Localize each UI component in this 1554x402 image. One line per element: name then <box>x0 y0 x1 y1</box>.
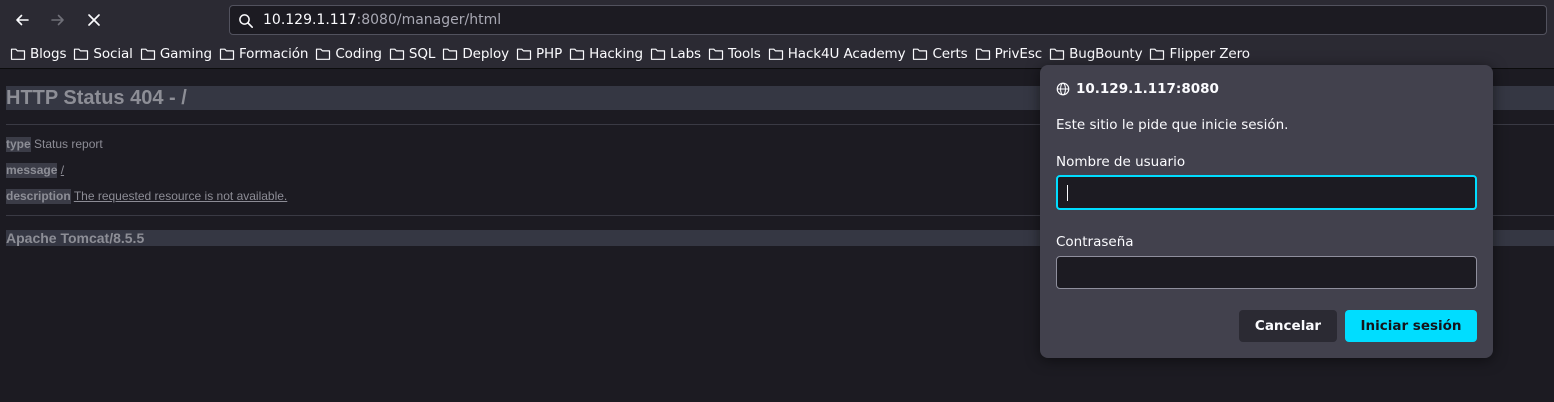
status-description-row: description The requested resource is no… <box>6 189 288 204</box>
search-icon <box>239 14 253 28</box>
status-description-value: The requested resource is not available. <box>73 189 288 203</box>
close-icon <box>88 14 100 26</box>
dialog-message: Este sitio le pide que inicie sesión. <box>1056 117 1289 133</box>
bookmark-label: Hacking <box>589 46 643 62</box>
bookmark-label: Flipper Zero <box>1169 46 1250 62</box>
bookmark-folder[interactable]: Deploy <box>439 43 512 65</box>
browser-toolbar: 10.129.1.117:8080/manager/html <box>0 0 1554 40</box>
folder-icon <box>650 48 666 60</box>
bookmark-folder[interactable]: BugBounty <box>1046 43 1145 65</box>
login-button[interactable]: Iniciar sesión <box>1345 310 1477 342</box>
folder-icon <box>10 48 26 60</box>
arrow-left-icon <box>16 14 29 26</box>
username-label: Nombre de usuario <box>1056 154 1186 170</box>
bookmark-label: Gaming <box>159 46 212 62</box>
bookmark-label: Tools <box>727 46 761 62</box>
bookmark-folder[interactable]: Certs <box>909 43 970 65</box>
bookmark-label: Hack4U Academy <box>787 46 906 62</box>
status-type-label: type <box>6 137 31 152</box>
bookmark-folder[interactable]: Tools <box>705 43 764 65</box>
url-host: 10.129.1.117 <box>263 12 357 28</box>
status-type-row: type Status report <box>6 137 103 152</box>
bookmark-folder[interactable]: Coding <box>312 43 385 65</box>
back-button[interactable] <box>8 6 36 34</box>
bookmark-label: Deploy <box>462 46 509 62</box>
folder-icon <box>516 48 532 60</box>
url-text[interactable]: 10.129.1.117:8080/manager/html <box>263 12 501 28</box>
dialog-site: 10.129.1.117:8080 <box>1076 81 1219 97</box>
folder-icon <box>708 48 724 60</box>
folder-icon <box>913 48 928 60</box>
folder-icon <box>316 48 331 60</box>
bookmark-folder[interactable]: Flipper Zero <box>1146 43 1252 65</box>
address-bar[interactable]: 10.129.1.117:8080/manager/html <box>229 5 1547 35</box>
status-message-row: message / <box>6 163 65 178</box>
bookmark-folder[interactable]: Formación <box>216 43 311 65</box>
url-path: :8080/manager/html <box>356 12 502 28</box>
bookmark-label: Blogs <box>30 46 67 62</box>
bookmark-folder[interactable]: Blogs <box>7 43 69 65</box>
bookmark-folder[interactable]: SQL <box>386 43 438 65</box>
bookmark-label: Certs <box>932 46 968 62</box>
password-label: Contraseña <box>1056 234 1134 250</box>
folder-icon <box>975 48 990 60</box>
bookmark-label: Coding <box>335 46 382 62</box>
bookmark-label: Labs <box>669 46 701 62</box>
folder-icon <box>74 48 89 60</box>
username-field[interactable] <box>1056 175 1477 210</box>
bookmark-folder[interactable]: Labs <box>647 43 704 65</box>
bookmark-label: SQL <box>408 46 436 62</box>
bookmark-label: BugBounty <box>1069 46 1143 62</box>
bookmark-label: Social <box>93 46 133 62</box>
status-message-label: message <box>6 163 58 178</box>
globe-icon <box>1056 82 1070 96</box>
bookmark-label: Formación <box>238 46 309 62</box>
bookmark-folder[interactable]: PrivEsc <box>972 43 1045 65</box>
cancel-button[interactable]: Cancelar <box>1239 310 1337 342</box>
bookmark-folder[interactable]: PHP <box>513 43 565 65</box>
bookmark-folder[interactable]: Social <box>70 43 135 65</box>
bookmark-folder[interactable]: Hack4U Academy <box>765 43 909 65</box>
folder-icon <box>443 48 458 60</box>
folder-icon <box>768 48 783 60</box>
bookmark-folder[interactable]: Hacking <box>566 43 646 65</box>
status-type-value: Status report <box>34 137 103 151</box>
text-caret <box>1067 185 1068 201</box>
bookmark-label: PHP <box>536 46 563 62</box>
folder-icon <box>570 48 585 60</box>
forward-button[interactable] <box>44 6 72 34</box>
folder-icon <box>1150 48 1165 60</box>
password-field[interactable] <box>1056 256 1477 289</box>
dialog-title: 10.129.1.117:8080 <box>1056 81 1219 97</box>
auth-dialog: 10.129.1.117:8080 Este sitio le pide que… <box>1040 65 1493 358</box>
folder-icon <box>1049 48 1065 60</box>
bookmark-folder[interactable]: Gaming <box>137 43 215 65</box>
status-message-value: / <box>60 163 65 177</box>
folder-icon <box>219 48 235 60</box>
arrow-right-icon <box>51 14 64 26</box>
bookmark-label: PrivEsc <box>994 46 1043 62</box>
folder-icon <box>140 48 155 60</box>
stop-button[interactable] <box>80 6 108 34</box>
status-description-label: description <box>6 189 71 204</box>
folder-icon <box>389 48 405 60</box>
